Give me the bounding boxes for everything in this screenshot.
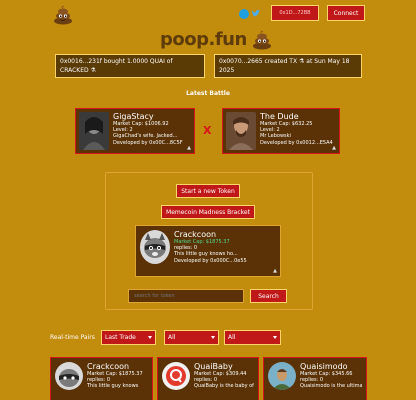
filter-dropdown-1-value: All: [168, 334, 176, 341]
brand[interactable]: poop.fun: [160, 28, 273, 50]
battle-card-left-info: GigaStacy Market Cap: $1006.92 Level: 2 …: [113, 112, 183, 150]
token-card-info: Crackcoon Market Cap: $1875.37 replies: …: [87, 362, 143, 400]
wallet-address-button[interactable]: 0x1D...72BB: [271, 5, 319, 21]
token-description: Quaisimodo is the ultima...: [300, 383, 362, 390]
token-name: The Dude: [260, 112, 299, 121]
token-avatar-crackcoon: [55, 362, 83, 390]
token-description: This little guy knows: [87, 383, 139, 390]
battle-card-right-info: The Dude Market Cap: $632.25 Level: 2 Mr…: [260, 112, 333, 150]
start-new-token-button[interactable]: Start a new Token: [176, 184, 240, 198]
latest-battle-title: Latest Battle: [186, 90, 230, 97]
token-card[interactable]: Quaisimodo Market Cap: $345.66 replies: …: [263, 357, 367, 400]
flag-icon[interactable]: ▲: [187, 145, 191, 151]
connect-button[interactable]: Connect: [327, 5, 365, 21]
poop-logo-icon[interactable]: [52, 3, 74, 25]
twitter-icon[interactable]: [251, 9, 260, 19]
search-button[interactable]: Search: [250, 289, 287, 303]
token-search-input[interactable]: [128, 289, 244, 303]
token-avatar-quaisimodo: [268, 362, 296, 390]
featured-token-info: Crackcoon Market Cap: $1875.37 replies: …: [174, 230, 247, 272]
activity-ticker-create[interactable]: 0x0070...2665 created TX ⚗ at Sun May 18…: [214, 54, 362, 78]
versus-marker: X: [203, 124, 212, 137]
memecoin-bracket-button[interactable]: Memecoin Madness Bracket: [161, 205, 255, 219]
battle-card-right[interactable]: The Dude Market Cap: $632.25 Level: 2 Mr…: [222, 108, 340, 154]
sort-dropdown[interactable]: Last Trade: [101, 330, 156, 345]
developer-address: Developed by 0x00C...8C5F: [113, 139, 183, 146]
token-avatar-quaibaby: [162, 362, 190, 390]
token-name: GigaStacy: [113, 112, 154, 121]
developer-address: Developed by 0x0012...E5A4: [260, 139, 333, 146]
brand-title: poop.fun: [160, 28, 247, 50]
chevron-down-icon: [148, 336, 152, 339]
filter-dropdown-2[interactable]: All: [224, 330, 281, 345]
token-avatar-gigastacy: [79, 112, 109, 150]
top-bar: 0x1D...72BB Connect: [0, 0, 416, 28]
telegram-icon[interactable]: [239, 9, 249, 19]
developer-address: Developed by 0x000C...0e55: [174, 257, 247, 264]
token-name: Crackcoon: [174, 230, 217, 239]
token-avatar-crackcoon: [140, 230, 170, 264]
featured-token-card[interactable]: Crackcoon Market Cap: $1875.37 replies: …: [135, 225, 281, 277]
token-name: Crackcoon: [87, 362, 130, 371]
realtime-pairs-label: Real-time Pairs: [50, 334, 95, 341]
chevron-down-icon: [211, 336, 215, 339]
activity-ticker-buy[interactable]: 0x0016...231f bought 1.0000 QUAI of CRAC…: [55, 54, 205, 78]
token-card[interactable]: Crackcoon Market Cap: $1875.37 replies: …: [50, 357, 153, 400]
filter-dropdown-2-value: All: [228, 334, 236, 341]
token-card-info: Quaisimodo Market Cap: $345.66 replies: …: [300, 362, 362, 400]
flag-icon[interactable]: ▲: [273, 268, 277, 274]
sort-dropdown-value: Last Trade: [105, 334, 136, 341]
filter-dropdown-1[interactable]: All: [164, 330, 219, 345]
token-card[interactable]: QuaiBaby Market Cap: $309.44 replies: 0 …: [157, 357, 259, 400]
token-description: QuaiBaby is the baby of...: [194, 383, 254, 390]
token-avatar-the-dude: [226, 112, 256, 150]
token-name: QuaiBaby: [194, 362, 233, 371]
chevron-down-icon: [273, 336, 277, 339]
poop-emoji-icon: [252, 30, 271, 50]
token-card-info: QuaiBaby Market Cap: $309.44 replies: 0 …: [194, 362, 254, 400]
flag-icon[interactable]: ▲: [332, 145, 336, 151]
token-name: Quaisimodo: [300, 362, 348, 371]
battle-card-left[interactable]: GigaStacy Market Cap: $1006.92 Level: 2 …: [75, 108, 195, 154]
